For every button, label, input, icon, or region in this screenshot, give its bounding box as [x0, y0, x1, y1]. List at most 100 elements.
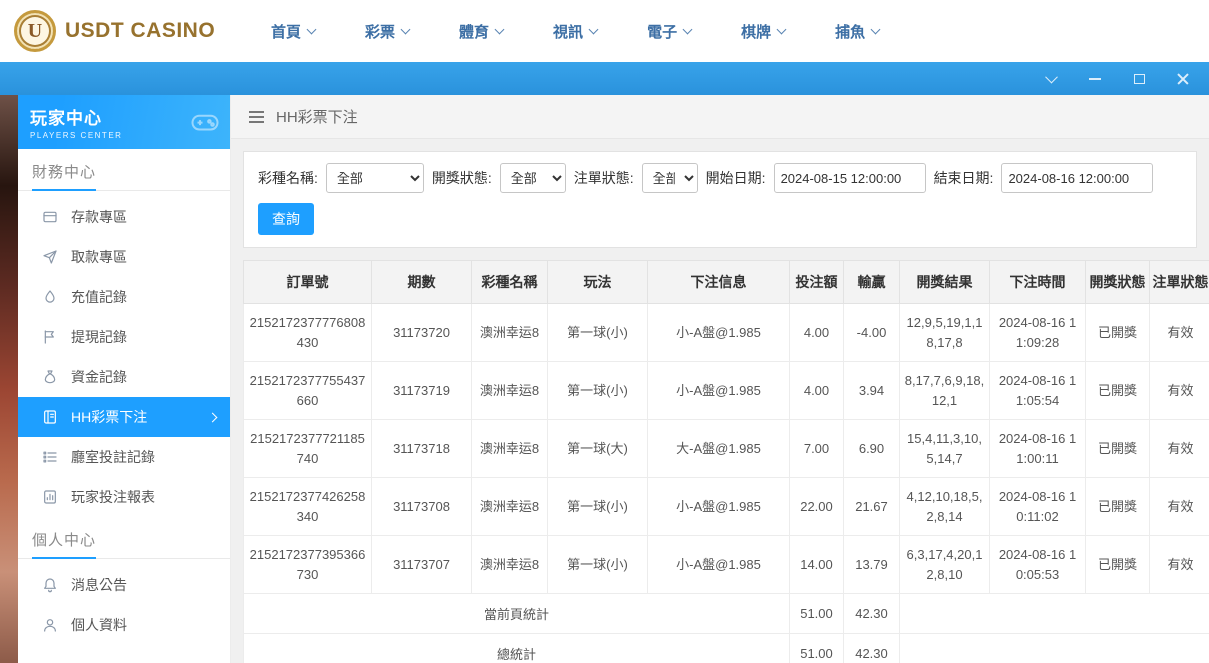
- start-date-label: 開始日期:: [706, 168, 766, 188]
- table-cell: 第一球(小): [548, 362, 648, 420]
- sidebar-item-label: 消息公告: [71, 575, 127, 595]
- table-cell: 有效: [1150, 536, 1209, 594]
- sidebar-item-profile[interactable]: 個人資料: [18, 605, 230, 645]
- minimize-icon: [1089, 78, 1101, 80]
- logo[interactable]: U USDT CASINO: [0, 10, 235, 52]
- sidebar-item-room-bet-record[interactable]: 廳室投註記錄: [18, 437, 230, 477]
- profile-icon: [42, 617, 58, 633]
- table-cell: 澳洲幸运8: [472, 304, 548, 362]
- nav-item-4[interactable]: 電子: [647, 21, 691, 42]
- sidebar-menu: 財務中心 存款專區 取款專區 充值記錄 提現記錄 資金記錄 HH彩票下注: [18, 149, 230, 645]
- order-status-select[interactable]: 全部: [642, 163, 698, 193]
- column-header: 開獎結果: [900, 261, 990, 304]
- hamburger-icon[interactable]: [247, 109, 266, 125]
- gamepad-icon: [190, 107, 220, 142]
- table-cell: 14.00: [790, 536, 844, 594]
- table-cell: 31173718: [372, 420, 472, 478]
- table-cell: 15,4,11,3,10,5,14,7: [900, 420, 990, 478]
- logo-text: USDT CASINO: [65, 19, 215, 43]
- chevron-down-icon: [777, 24, 787, 34]
- nav-item-label: 體育: [459, 21, 489, 42]
- chevron-down-icon: [495, 24, 505, 34]
- table-cell: 22.00: [790, 478, 844, 536]
- table-cell: 第一球(小): [548, 304, 648, 362]
- table-cell: 有效: [1150, 304, 1209, 362]
- nav-item-6[interactable]: 捕魚: [835, 21, 879, 42]
- draw-status-select[interactable]: 全部: [500, 163, 566, 193]
- table-cell: 2152172377426258340: [244, 478, 372, 536]
- table-cell: 4.00: [790, 362, 844, 420]
- sidebar-section-title: 財務中心: [32, 161, 96, 191]
- summary-empty: [900, 594, 1209, 634]
- summary-win-total: 42.30: [844, 634, 900, 663]
- bet-table-body: 215217237777680843031173720澳洲幸运8第一球(小)小-…: [244, 304, 1209, 594]
- chevron-down-icon: [401, 24, 411, 34]
- sidebar-item-cashout-record[interactable]: 提現記錄: [18, 317, 230, 357]
- table-cell: 2152172377776808430: [244, 304, 372, 362]
- sidebar-item-withdraw[interactable]: 取款專區: [18, 237, 230, 277]
- end-date-input[interactable]: [1001, 163, 1153, 193]
- table-cell: 2024-08-16 10:11:02: [990, 478, 1086, 536]
- search-button[interactable]: 查詢: [258, 203, 314, 235]
- table-cell: 已開獎: [1086, 420, 1150, 478]
- chevron-down-icon: [1045, 71, 1058, 84]
- sidebar-item-player-report[interactable]: 玩家投注報表: [18, 477, 230, 517]
- cashout-icon: [42, 329, 58, 345]
- maximize-button[interactable]: [1131, 71, 1147, 87]
- nav-item-2[interactable]: 體育: [459, 21, 503, 42]
- sidebar-item-funds-record[interactable]: 資金記錄: [18, 357, 230, 397]
- table-row: 215217237772118574031173718澳洲幸运8第一球(大)大-…: [244, 420, 1209, 478]
- lottery-bet-icon: [42, 409, 58, 425]
- bet-table-foot: 當前頁統計 51.00 42.30 總統計 51.00 42.30: [244, 594, 1209, 663]
- table-cell: 31173707: [372, 536, 472, 594]
- nav-item-label: 捕魚: [835, 21, 865, 42]
- table-cell: 有效: [1150, 362, 1209, 420]
- table-cell: 第一球(小): [548, 536, 648, 594]
- table-cell: 2024-08-16 11:05:54: [990, 362, 1086, 420]
- summary-label: 當前頁統計: [244, 594, 790, 634]
- column-header: 玩法: [548, 261, 648, 304]
- start-date-input[interactable]: [774, 163, 926, 193]
- sidebar-item-label: 廳室投註記錄: [71, 447, 155, 467]
- nav-item-label: 視訊: [553, 21, 583, 42]
- collapse-button[interactable]: [1043, 71, 1059, 87]
- sidebar-item-label: 存款專區: [71, 207, 127, 227]
- nav-item-0[interactable]: 首頁: [271, 21, 315, 42]
- table-cell: 8,17,7,6,9,18,12,1: [900, 362, 990, 420]
- chevron-right-icon: [208, 412, 218, 422]
- sidebar: 玩家中心 PLAYERS CENTER 財務中心 存款專區 取款專區 充值記錄 …: [18, 95, 231, 663]
- chevron-down-icon: [871, 24, 881, 34]
- nav-item-1[interactable]: 彩票: [365, 21, 409, 42]
- table-cell: 澳洲幸运8: [472, 536, 548, 594]
- deposit-icon: [42, 209, 58, 225]
- table-cell: 小-A盤@1.985: [648, 478, 790, 536]
- sidebar-item-hh-lottery-bet[interactable]: HH彩票下注: [18, 397, 230, 437]
- sidebar-item-deposit[interactable]: 存款專區: [18, 197, 230, 237]
- table-cell: 4,12,10,18,5,2,8,14: [900, 478, 990, 536]
- summary-bet-total: 51.00: [790, 634, 844, 663]
- top-navbar: U USDT CASINO 首頁 彩票 體育 視訊 電子 棋牌 捕魚: [0, 0, 1209, 62]
- table-cell: 2152172377721185740: [244, 420, 372, 478]
- table-cell: 第一球(小): [548, 478, 648, 536]
- column-header: 訂單號: [244, 261, 372, 304]
- table-cell: 已開獎: [1086, 304, 1150, 362]
- report-icon: [42, 489, 58, 505]
- nav-item-3[interactable]: 視訊: [553, 21, 597, 42]
- content-body: 彩種名稱: 全部 開獎狀態: 全部 注單狀態: 全部 開始日期: 結束日期: 查…: [231, 139, 1209, 663]
- sidebar-item-recharge-record[interactable]: 充值記錄: [18, 277, 230, 317]
- sidebar-item-label: 取款專區: [71, 247, 127, 267]
- column-header: 期數: [372, 261, 472, 304]
- room-bet-icon: [42, 449, 58, 465]
- nav-item-5[interactable]: 棋牌: [741, 21, 785, 42]
- minimize-button[interactable]: [1087, 71, 1103, 87]
- sidebar-item-label: 個人資料: [71, 615, 127, 635]
- column-header: 彩種名稱: [472, 261, 548, 304]
- window-titlebar: [0, 62, 1209, 95]
- close-button[interactable]: [1175, 71, 1191, 87]
- table-cell: 已開獎: [1086, 362, 1150, 420]
- column-header: 下注時間: [990, 261, 1086, 304]
- table-cell: 已開獎: [1086, 536, 1150, 594]
- lottery-select[interactable]: 全部: [326, 163, 424, 193]
- table-cell: 21.67: [844, 478, 900, 536]
- sidebar-item-notice[interactable]: 消息公告: [18, 565, 230, 605]
